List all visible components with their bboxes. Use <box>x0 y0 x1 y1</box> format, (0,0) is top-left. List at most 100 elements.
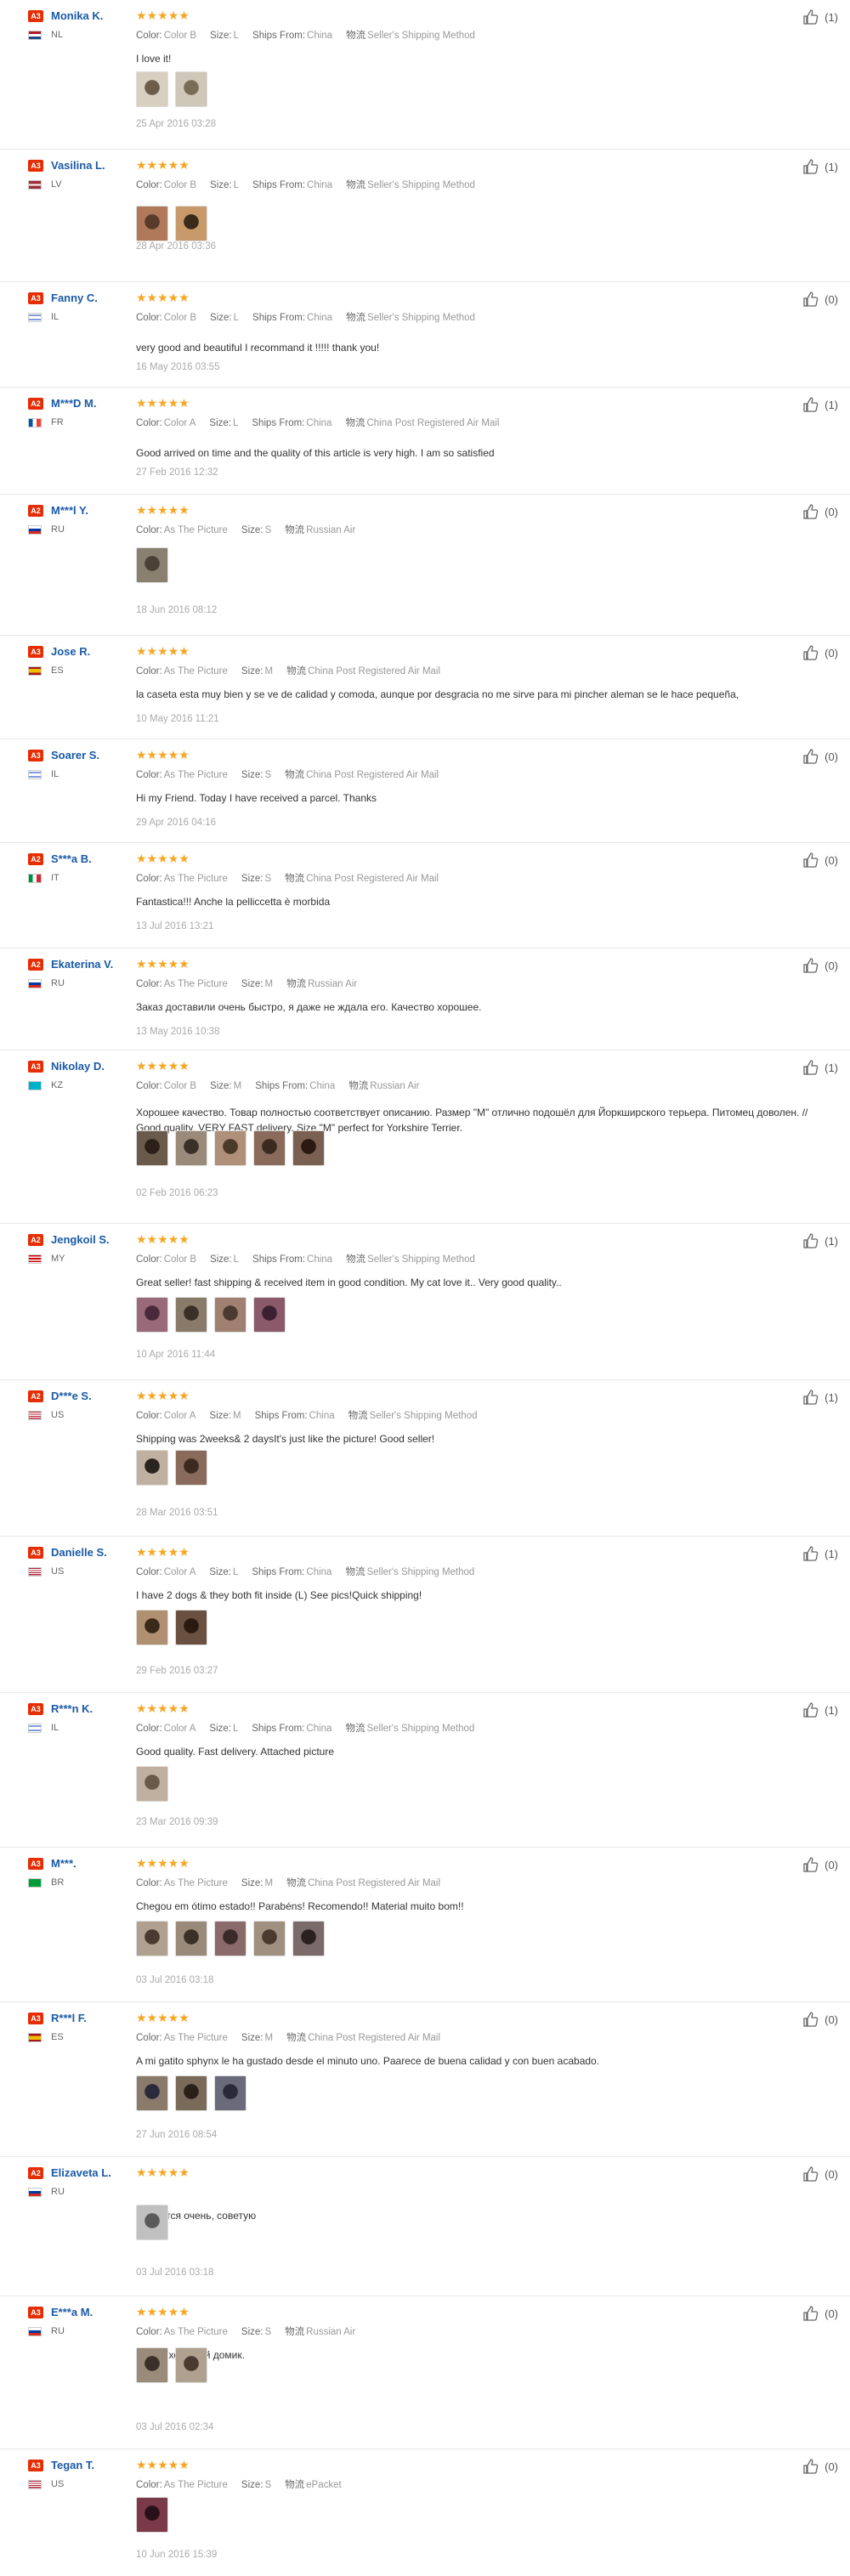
color-value: Color A <box>163 418 196 428</box>
review-date: 27 Jun 2016 08:54 <box>136 2130 218 2140</box>
helpful-button[interactable]: (1) <box>802 1389 838 1406</box>
helpful-button[interactable]: (1) <box>802 1232 838 1249</box>
helpful-button[interactable]: (0) <box>802 291 838 308</box>
order-attributes: Color: As The Picture Size: S 物流 ePacket <box>136 2477 355 2491</box>
shipping-method-label: 物流 <box>348 1081 369 1091</box>
reviewer-name: Danielle S. <box>51 1546 107 1559</box>
review-photo-thumbnail[interactable] <box>292 1921 325 1956</box>
review-photo-thumbnail[interactable] <box>136 71 168 107</box>
ships-from-value: China <box>306 418 332 428</box>
review-photo-thumbnail[interactable] <box>253 1921 286 1956</box>
review-photo-thumbnail[interactable] <box>136 1130 168 1166</box>
review-photo-thumbnail[interactable] <box>136 206 168 241</box>
helpful-button[interactable]: (0) <box>802 852 838 869</box>
review-photo-thumbnail[interactable] <box>136 547 168 583</box>
shipping-method-value: China Post Registered Air Mail <box>366 418 500 428</box>
helpful-button[interactable]: (0) <box>802 2011 838 2028</box>
reviewer-country: US <box>51 2479 65 2489</box>
review-photo-thumbnail[interactable] <box>136 2075 168 2111</box>
helpful-button[interactable]: (1) <box>802 1059 838 1076</box>
reviewer-country: US <box>51 1410 65 1420</box>
helpful-button[interactable]: (0) <box>802 957 838 974</box>
size-value: M <box>233 1081 242 1091</box>
review-photo-thumbnail[interactable] <box>175 2347 207 2383</box>
review-date: 29 Feb 2016 03:27 <box>136 1666 218 1676</box>
helpful-button[interactable]: (0) <box>802 2305 838 2322</box>
helpful-button[interactable]: (0) <box>802 748 838 765</box>
helpful-button[interactable]: (0) <box>802 2458 838 2475</box>
star-rating: ★★★★★ <box>136 1545 190 1559</box>
review-photo-thumbnail[interactable] <box>136 1297 168 1333</box>
review-photo-thumbnail[interactable] <box>136 2205 168 2240</box>
review-date: 16 May 2016 03:55 <box>136 362 220 372</box>
review-photo-thumbnail[interactable] <box>253 1130 286 1166</box>
review-item: A3 R***l F. ES ★★★★★ Color: As The Picture Siz… <box>0 2002 850 2157</box>
thumbs-up-icon <box>803 1702 819 1718</box>
review-item: A2 M***l Y. RU ★★★★★ Color: As The Picture Siz… <box>0 495 850 636</box>
size-value: L <box>233 180 240 190</box>
helpful-button[interactable]: (1) <box>802 8 838 25</box>
helpful-count: (0) <box>824 853 838 867</box>
helpful-button[interactable]: (0) <box>802 644 838 661</box>
review-photos <box>136 2347 207 2383</box>
review-text: Great seller! fast shipping & received i… <box>136 1277 562 1288</box>
color-value: As The Picture <box>163 525 228 535</box>
order-attributes: Color: Color B Size: L Ships From: China 物流 Sel… <box>136 178 489 191</box>
review-photo-thumbnail[interactable] <box>136 1921 168 1956</box>
review-item: A2 Ekaterina V. RU ★★★★★ Color: As The Pictur… <box>0 948 850 1050</box>
order-attributes: Color: As The Picture Size: M 物流 China Post R… <box>136 664 454 677</box>
helpful-button[interactable]: (0) <box>802 2166 838 2183</box>
color-label: Color: <box>136 666 162 677</box>
helpful-count: (0) <box>824 2167 838 2181</box>
review-photo-thumbnail[interactable] <box>214 1130 246 1166</box>
review-photo-thumbnail[interactable] <box>214 1297 246 1333</box>
review-photo-thumbnail[interactable] <box>175 1921 207 1956</box>
star-rating: ★★★★★ <box>136 852 190 865</box>
review-photo-thumbnail[interactable] <box>136 2347 168 2383</box>
review-text: Hi my Friend. Today I have received a pa… <box>136 792 377 804</box>
review-photo-thumbnail[interactable] <box>136 2497 168 2533</box>
color-label: Color: <box>136 180 162 190</box>
review-photo-thumbnail[interactable] <box>214 2075 246 2111</box>
size-value: L <box>233 1254 240 1265</box>
country-flag-icon <box>28 1567 42 1577</box>
helpful-button[interactable]: (1) <box>802 1545 838 1562</box>
review-photo-thumbnail[interactable] <box>175 1610 207 1645</box>
buyer-level-badge: A3 <box>28 292 43 304</box>
helpful-button[interactable]: (1) <box>802 1701 838 1718</box>
buyer-level-badge: A3 <box>28 750 43 761</box>
star-rating: ★★★★★ <box>136 1059 190 1073</box>
reviewer-country: ES <box>51 665 64 676</box>
review-photo-thumbnail[interactable] <box>136 1766 168 1802</box>
reviewer-name: Jose R. <box>51 645 91 658</box>
reviewer-country: BR <box>51 1877 65 1888</box>
reviewer-name: D***e S. <box>51 1390 92 1402</box>
review-item: A3 Jose R. ES ★★★★★ Color: As The Picture Size… <box>0 636 850 739</box>
review-photo-thumbnail[interactable] <box>175 1130 207 1166</box>
review-photo-thumbnail[interactable] <box>136 1610 168 1645</box>
review-photo-thumbnail[interactable] <box>292 1130 325 1166</box>
review-date: 28 Mar 2016 03:51 <box>136 1508 218 1518</box>
star-rating: ★★★★★ <box>136 2166 190 2179</box>
helpful-button[interactable]: (0) <box>802 503 838 520</box>
review-photo-thumbnail[interactable] <box>253 1297 286 1333</box>
reviewer-name: Vasilina L. <box>51 159 105 172</box>
review-photo-thumbnail[interactable] <box>136 1450 168 1486</box>
helpful-button[interactable]: (0) <box>802 1856 838 1873</box>
review-photo-thumbnail[interactable] <box>175 1450 207 1486</box>
review-photo-thumbnail[interactable] <box>175 206 207 241</box>
shipping-method-label: 物流 <box>286 1878 307 1888</box>
color-value: As The Picture <box>163 2327 228 2337</box>
helpful-button[interactable]: (1) <box>802 158 838 175</box>
color-label: Color: <box>136 770 162 780</box>
review-photo-thumbnail[interactable] <box>175 1297 207 1333</box>
size-value: M <box>264 979 274 989</box>
review-photo-thumbnail[interactable] <box>214 1921 246 1956</box>
review-photo-thumbnail[interactable] <box>175 2075 207 2111</box>
color-value: As The Picture <box>163 874 228 884</box>
review-date: 10 Jun 2016 15:39 <box>136 2550 218 2560</box>
review-photo-thumbnail[interactable] <box>175 71 207 107</box>
size-label: Size: <box>241 874 264 884</box>
ships-from-label: Ships From: <box>252 1254 306 1265</box>
helpful-button[interactable]: (1) <box>802 396 838 413</box>
